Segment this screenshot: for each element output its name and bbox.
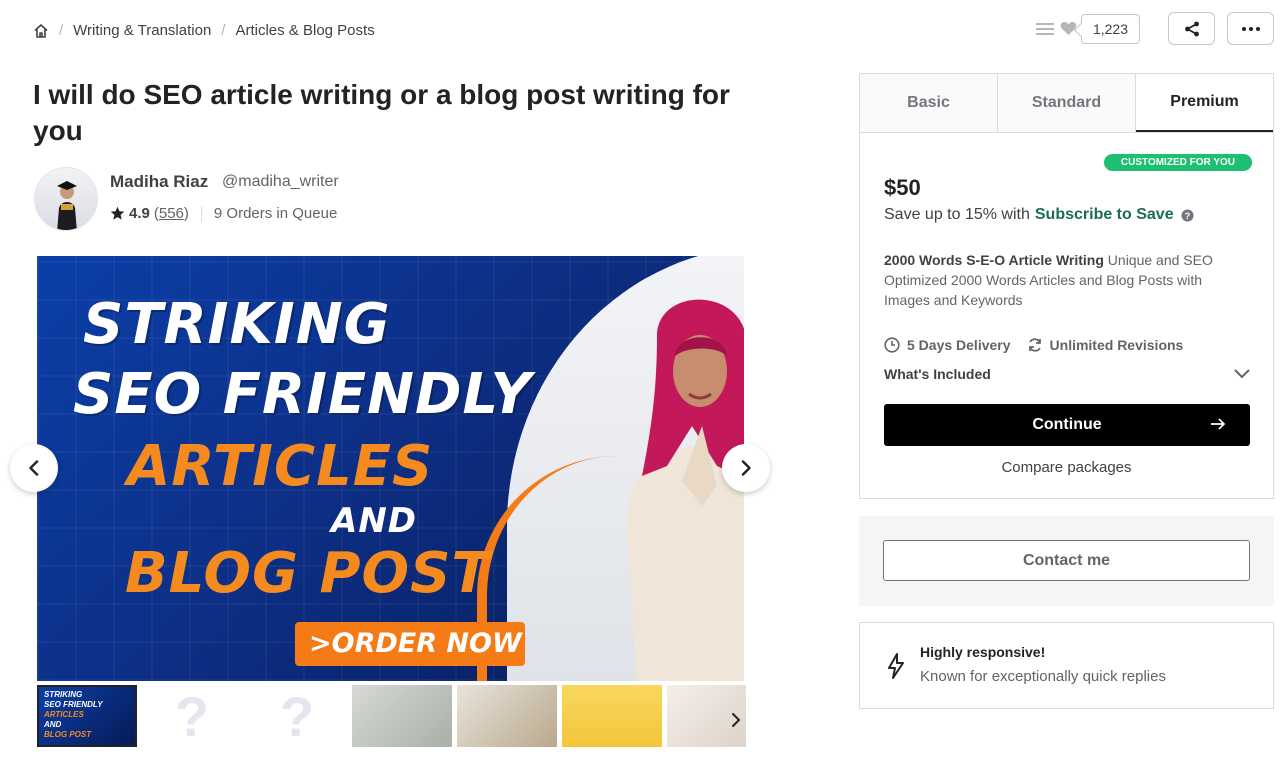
delivery-feature: 5 Days Delivery	[884, 337, 1011, 353]
seller-handle: @madiha_writer	[222, 173, 339, 190]
gig-title: I will do SEO article writing or a blog …	[33, 79, 730, 146]
thumbnail-line-3: ARTICLES	[44, 710, 84, 719]
hero-person-photo	[627, 299, 744, 681]
home-icon[interactable]	[33, 23, 49, 39]
breadcrumb-separator: /	[221, 22, 226, 39]
subscribe-to-save-link[interactable]: Subscribe to Save	[1035, 206, 1174, 224]
collect-group: 1,223	[1035, 13, 1140, 44]
package-features: 5 Days Delivery Unlimited Revisions	[884, 337, 1199, 353]
svg-text:?: ?	[1184, 210, 1190, 220]
help-icon[interactable]: ?	[1181, 208, 1194, 222]
subscribe-row: Save up to 15% with Subscribe to Save ?	[884, 206, 1194, 224]
responsive-text: Known for exceptionally quick replies	[920, 668, 1166, 685]
gallery-next-button[interactable]	[722, 444, 770, 492]
hero-line-5: BLOG POST	[125, 541, 491, 606]
seller-name[interactable]: Madiha Riaz	[110, 172, 208, 192]
gallery-thumbnails: STRIKING SEO FRIENDLY ARTICLES AND BLOG …	[37, 685, 746, 749]
star-icon	[110, 206, 125, 220]
thumbnail-line-1: STRIKING	[44, 690, 83, 699]
chevron-down-icon	[1234, 369, 1250, 379]
hero-line-3: ARTICLES	[127, 434, 434, 499]
breadcrumb-separator: /	[59, 22, 64, 39]
breadcrumb-articles-blog-posts[interactable]: Articles & Blog Posts	[235, 22, 374, 39]
highly-responsive-card: Highly responsive! Known for exceptional…	[859, 622, 1274, 709]
reviews-count-link[interactable]: 556	[159, 205, 184, 222]
contact-me-button[interactable]: Contact me	[883, 540, 1250, 581]
thumbnail-2[interactable]: ?	[142, 685, 242, 747]
tab-basic[interactable]: Basic	[860, 74, 998, 132]
customized-badge: CUSTOMIZED FOR YOU	[1103, 154, 1252, 171]
thumbnails-next-icon[interactable]	[728, 711, 744, 729]
hero-line-4: AND	[331, 501, 417, 541]
continue-label: Continue	[1032, 416, 1102, 433]
share-icon	[1184, 21, 1199, 36]
save-count: 1,223	[1080, 13, 1140, 44]
chevron-right-icon	[741, 460, 751, 476]
continue-button[interactable]: Continue	[884, 404, 1250, 446]
rating-value: 4.9	[129, 205, 150, 222]
save-text: Save up to 15% with	[884, 206, 1030, 223]
gig-actions: 1,223	[1035, 12, 1274, 45]
seller-rating: 4.9 ( 556 ) 9 Orders in Queue	[110, 205, 337, 222]
thumbnail-1[interactable]: STRIKING SEO FRIENDLY ARTICLES AND BLOG …	[37, 685, 137, 747]
delivery-text: 5 Days Delivery	[907, 337, 1011, 353]
thumbnail-text: STRIKING SEO FRIENDLY ARTICLES AND BLOG …	[44, 690, 103, 740]
refresh-icon	[1028, 338, 1041, 352]
thumbnail-3[interactable]: ?	[247, 685, 347, 747]
tab-premium[interactable]: Premium	[1136, 74, 1273, 132]
clock-icon	[884, 337, 900, 353]
package-price: $50	[884, 175, 921, 200]
orders-in-queue: 9 Orders in Queue	[213, 205, 338, 222]
package-tabs: Basic Standard Premium	[860, 74, 1273, 133]
compare-packages-link[interactable]: Compare packages	[860, 459, 1273, 476]
hero-order-now: >ORDER NOW	[295, 622, 525, 666]
more-icon	[1241, 26, 1260, 31]
arrow-right-icon	[1211, 418, 1226, 430]
gallery-prev-button[interactable]	[10, 444, 58, 492]
thumbnail-line-4: AND	[44, 720, 62, 729]
thumbnail-line-5: BLOG POST	[44, 730, 92, 739]
avatar[interactable]	[34, 167, 98, 231]
package-description: 2000 Words S-E-O Article Writing Unique …	[884, 250, 1244, 310]
hero-line-1: STRIKING	[83, 292, 391, 357]
gallery-main-image[interactable]: STRIKING SEO FRIENDLY ARTICLES AND BLOG …	[37, 256, 744, 681]
seller-photo	[35, 168, 97, 230]
contact-section: Contact me	[859, 516, 1274, 606]
revisions-text: Unlimited Revisions	[1049, 337, 1184, 353]
package-description-title: 2000 Words S-E-O Article Writing	[884, 252, 1104, 268]
thumbnail-line-2: SEO FRIENDLY	[44, 700, 103, 709]
breadcrumb-writing-translation[interactable]: Writing & Translation	[73, 22, 211, 39]
responsive-title: Highly responsive!	[920, 644, 1046, 660]
package-panel: Basic Standard Premium CUSTOMIZED FOR YO…	[859, 73, 1274, 499]
thumbnail-6[interactable]	[562, 685, 662, 747]
revisions-feature: Unlimited Revisions	[1027, 337, 1184, 353]
divider	[200, 205, 202, 222]
menu-lines-icon[interactable]	[1035, 22, 1054, 36]
share-button[interactable]	[1168, 12, 1215, 45]
thumbnail-4[interactable]	[352, 685, 452, 747]
more-button[interactable]	[1227, 12, 1274, 45]
hero-line-2: SEO FRIENDLY	[73, 362, 533, 427]
breadcrumb: / Writing & Translation / Articles & Blo…	[33, 22, 375, 39]
whats-included-label: What's Included	[884, 366, 991, 382]
lightning-icon	[888, 653, 904, 679]
rating-close-paren: )	[183, 205, 189, 222]
thumbnail-5[interactable]	[457, 685, 557, 747]
tab-standard[interactable]: Standard	[998, 74, 1136, 132]
whats-included-toggle[interactable]: What's Included	[884, 366, 1250, 382]
chevron-left-icon	[29, 460, 39, 476]
